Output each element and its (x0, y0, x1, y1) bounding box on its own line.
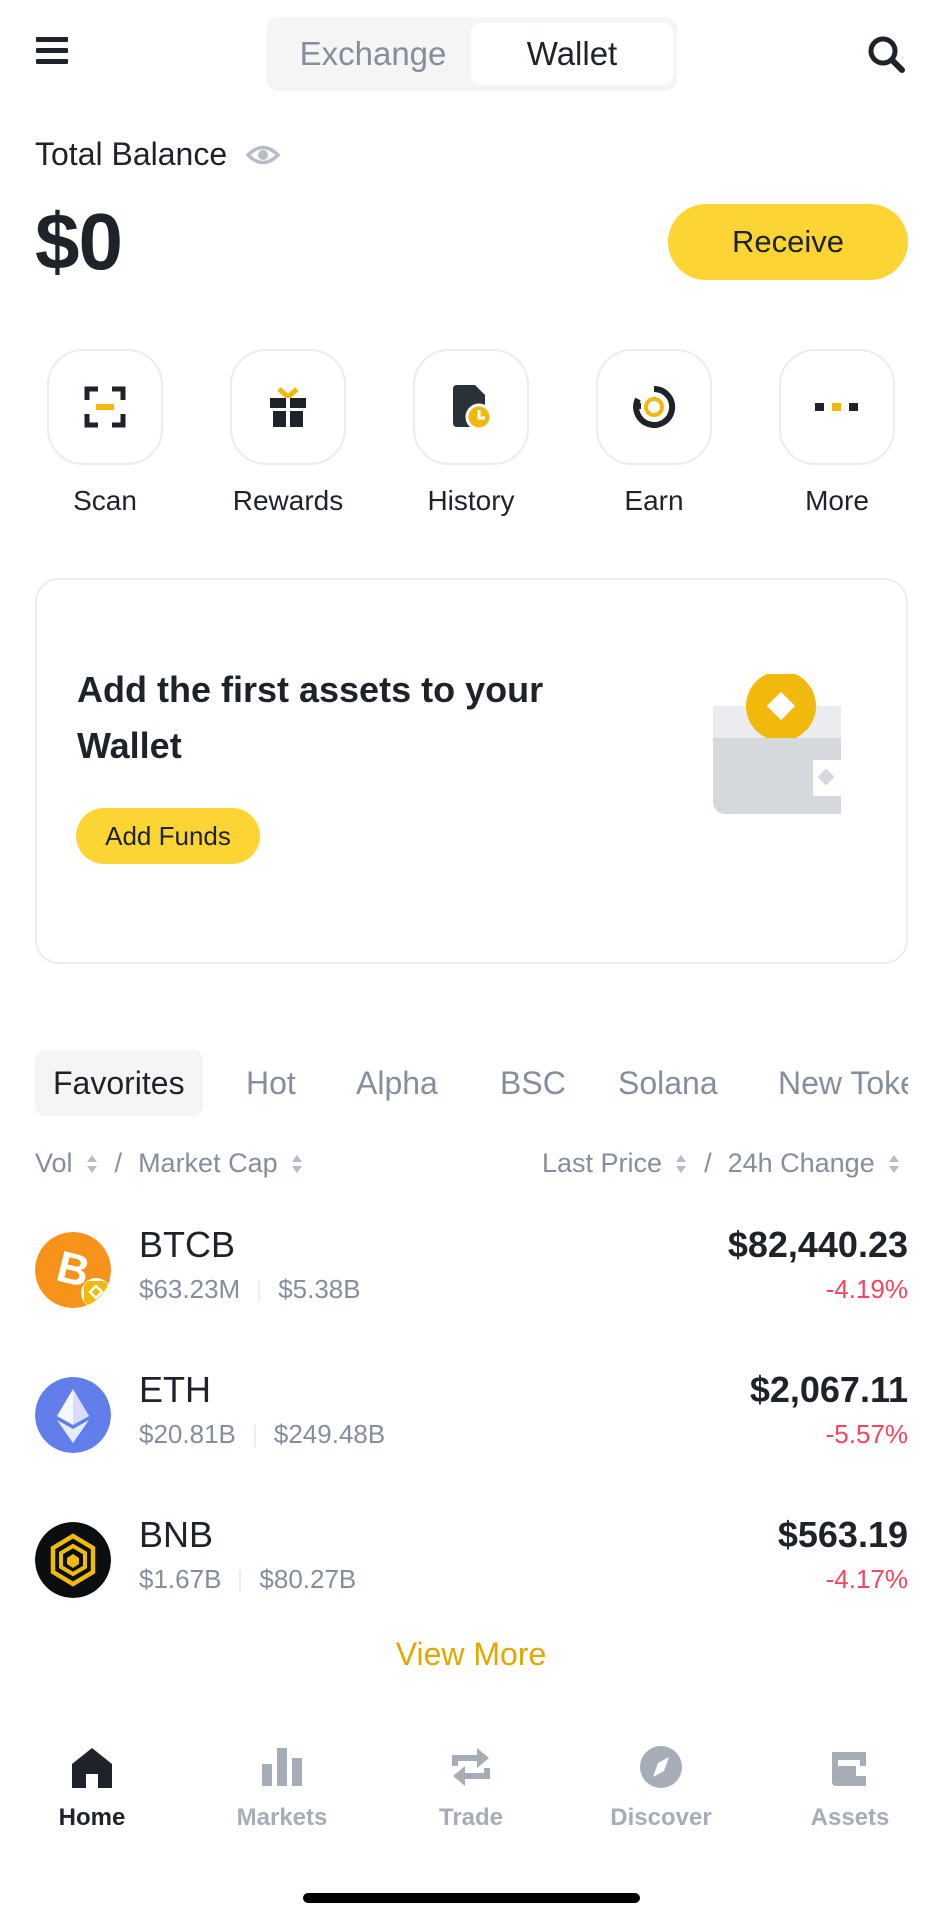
coin-row-bnb[interactable]: BNB $1.67B $80.27B $563.19 -4.17% (35, 1514, 908, 1614)
scan-icon-wrap (47, 349, 163, 465)
eye-icon[interactable] (245, 140, 281, 170)
quick-action-scan[interactable]: Scan (46, 349, 164, 517)
coin-volume: $20.81B (139, 1419, 236, 1449)
quick-action-label: Rewards (232, 485, 344, 516)
promo-title: Add the first assets to your Wallet (77, 669, 544, 766)
nav-label: Markets (236, 1804, 328, 1831)
sort-separator: / (114, 1148, 123, 1178)
coin-price: $82,440.23 (727, 1224, 908, 1265)
eth-logo-icon (35, 1377, 111, 1453)
nav-label: Home (58, 1804, 126, 1831)
quick-action-earn[interactable]: Earn (595, 349, 713, 517)
quick-action-more[interactable]: More (778, 349, 896, 517)
exchange-wallet-toggle: Exchange Wallet (266, 17, 677, 91)
tab-new-tokens[interactable]: New Tokens (778, 1050, 908, 1116)
total-balance-value: $0 (35, 197, 123, 286)
quick-action-label: Scan (73, 485, 137, 516)
coin-volume-cap: $1.67B $80.27B (139, 1564, 356, 1595)
wallet-illustration (703, 671, 853, 824)
coin-market-cap: $5.38B (278, 1274, 361, 1304)
tab-exchange[interactable]: Exchange (272, 23, 474, 85)
coin-volume-cap: $20.81B $249.48B (139, 1419, 385, 1450)
coin-row-eth[interactable]: ETH $20.81B $249.48B $2,067.11 -5.57% (35, 1369, 908, 1469)
market-tabs: Favorites Hot Alpha BSC Solana New Token… (0, 1050, 908, 1116)
sort-left: Vol / Market Cap (35, 1148, 320, 1179)
earn-icon-wrap (596, 349, 712, 465)
sort-caret-icon (888, 1154, 899, 1173)
gift-icon (270, 387, 306, 427)
coin-volume-cap: $63.23M $5.38B (139, 1274, 361, 1305)
hamburger-menu-icon[interactable] (36, 34, 70, 68)
tab-bsc[interactable]: BSC (500, 1050, 566, 1116)
nav-label: Discover (610, 1804, 712, 1831)
nav-trade[interactable]: Trade (396, 1744, 546, 1832)
coin-price: $563.19 (777, 1514, 908, 1555)
coin-symbol: BNB (139, 1514, 214, 1555)
tab-solana[interactable]: Solana (618, 1050, 718, 1116)
quick-action-label: History (427, 485, 515, 516)
divider (253, 1425, 256, 1448)
home-indicator (303, 1893, 640, 1903)
coin-change: -5.57% (825, 1419, 908, 1449)
gift-icon-wrap (230, 349, 346, 465)
tab-alpha[interactable]: Alpha (356, 1050, 438, 1116)
divider (258, 1280, 261, 1303)
coin-change: -4.19% (825, 1274, 908, 1304)
sort-market-cap[interactable]: Market Cap (138, 1148, 278, 1179)
quick-action-rewards[interactable]: Rewards (229, 349, 347, 517)
tab-favorites[interactable]: Favorites (35, 1050, 203, 1116)
quick-action-label: Earn (624, 485, 684, 516)
coin-symbol: BTCB (139, 1224, 236, 1265)
nav-assets[interactable]: Assets (775, 1744, 925, 1832)
total-balance-label: Total Balance (35, 136, 228, 172)
tab-hot[interactable]: Hot (246, 1050, 296, 1116)
sort-24h-change[interactable]: 24h Change (728, 1148, 875, 1179)
nav-markets[interactable]: Markets (207, 1744, 357, 1832)
coin-price: $2,067.11 (749, 1369, 908, 1410)
quick-action-history[interactable]: History (412, 349, 530, 517)
sort-caret-icon (86, 1154, 97, 1173)
history-icon-wrap (413, 349, 529, 465)
home-icon (72, 1748, 112, 1788)
scan-icon (84, 386, 126, 428)
discover-icon (640, 1746, 682, 1788)
coin-market-cap: $249.48B (273, 1419, 386, 1449)
nav-label: Trade (438, 1804, 504, 1831)
divider (239, 1570, 242, 1593)
coin-symbol: ETH (139, 1369, 211, 1410)
nav-label: Assets (810, 1804, 890, 1831)
receive-button[interactable]: Receive (668, 204, 908, 280)
more-icon-wrap (779, 349, 895, 465)
sort-separator: / (704, 1148, 712, 1178)
history-icon (453, 385, 493, 431)
sort-right: Last Price / 24h Change (542, 1148, 901, 1179)
search-icon[interactable] (866, 34, 906, 74)
tab-wallet[interactable]: Wallet (471, 23, 673, 85)
add-funds-button[interactable]: Add Funds (76, 808, 260, 864)
view-more-link[interactable]: View More (0, 1636, 942, 1673)
coin-change: -4.17% (825, 1564, 908, 1594)
coin-volume: $1.67B (139, 1564, 222, 1594)
nav-discover[interactable]: Discover (586, 1744, 736, 1832)
earn-icon (633, 385, 676, 428)
nav-home[interactable]: Home (17, 1744, 167, 1832)
bnb-logo-icon (35, 1522, 111, 1598)
markets-icon (262, 1748, 302, 1786)
more-icon (815, 403, 858, 411)
trade-icon (452, 1748, 490, 1786)
coin-market-cap: $80.27B (259, 1564, 357, 1594)
sort-vol[interactable]: Vol (35, 1148, 73, 1179)
sort-caret-icon (676, 1154, 687, 1173)
coin-row-btcb[interactable]: B BTCB $63.23M $5.38B $82,440.23 -4.19% (35, 1224, 908, 1324)
sort-last-price[interactable]: Last Price (542, 1148, 662, 1179)
add-assets-card: Add the first assets to your Wallet Add … (35, 578, 908, 964)
btcb-logo-icon: B (35, 1232, 111, 1308)
coin-volume: $63.23M (139, 1274, 241, 1304)
sort-caret-icon (291, 1154, 302, 1173)
quick-action-label: More (805, 485, 869, 516)
assets-icon (832, 1752, 868, 1786)
